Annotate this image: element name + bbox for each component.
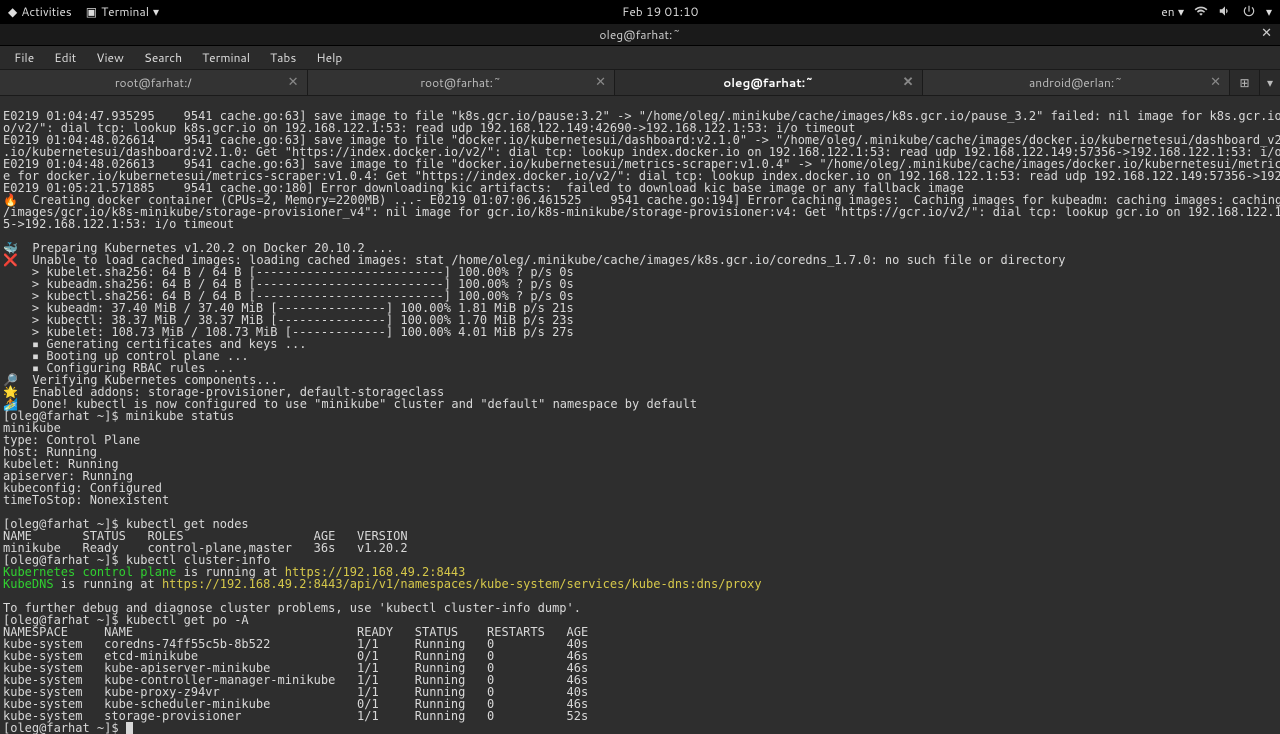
activities-button[interactable]: ◆ Activities	[8, 6, 72, 18]
power-icon[interactable]	[1242, 4, 1256, 20]
term-line: 5->192.168.122.1:53: i/o timeout	[3, 217, 234, 231]
tab-close-icon[interactable]: ✕	[595, 76, 606, 89]
lang-indicator[interactable]: en ▾	[1161, 6, 1184, 18]
menu-terminal[interactable]: Terminal	[194, 50, 258, 66]
command: minikube status	[126, 409, 234, 423]
menubar: File Edit View Search Terminal Tabs Help	[0, 46, 1280, 70]
tab-label: root@farhat:/	[115, 77, 192, 89]
tab-label: root@farhat:~	[420, 77, 501, 89]
menu-tabs[interactable]: Tabs	[262, 50, 304, 66]
system-menu-chevron-icon[interactable]: ▾	[1266, 6, 1272, 18]
menu-view[interactable]: View	[88, 50, 132, 66]
cursor	[126, 722, 133, 734]
menu-edit[interactable]: Edit	[46, 50, 84, 66]
tab-label: oleg@farhat:~	[723, 77, 813, 89]
clock[interactable]: Feb 19 01:10	[159, 6, 1161, 18]
prompt: [oleg@farhat ~]$	[3, 721, 126, 734]
term-line: is running at	[54, 577, 162, 591]
app-menu-button[interactable]: ▣ Terminal ▾	[86, 6, 159, 18]
activities-label: Activities	[21, 6, 72, 18]
tab-2[interactable]: oleg@farhat:~ ✕	[615, 70, 923, 95]
menu-help[interactable]: Help	[308, 50, 350, 66]
tab-1[interactable]: root@farhat:~ ✕	[308, 70, 616, 95]
tab-close-icon[interactable]: ✕	[903, 76, 914, 89]
term-line: timeToStop: Nonexistent	[3, 493, 169, 507]
volume-icon[interactable]	[1218, 4, 1232, 20]
tabbar: root@farhat:/ ✕ root@farhat:~ ✕ oleg@farha…	[0, 70, 1280, 96]
tab-close-icon[interactable]: ✕	[288, 76, 299, 89]
menu-search[interactable]: Search	[136, 50, 190, 66]
network-icon[interactable]	[1194, 4, 1208, 20]
terminal-output[interactable]: E0219 01:04:47.935295 9541 cache.go:63] …	[0, 96, 1280, 734]
gnome-logo-icon: ◆	[8, 6, 17, 18]
app-menu-label: Terminal	[101, 6, 149, 18]
window-title: oleg@farhat:~	[599, 29, 680, 41]
term-line: KubeDNS	[3, 577, 54, 591]
term-line: https://192.168.49.2:8443/api/v1/namespa…	[162, 577, 762, 591]
tab-menu-chevron-icon[interactable]: ▾	[1260, 70, 1280, 95]
tab-3[interactable]: android@erlan:~ ✕	[923, 70, 1231, 95]
tab-close-icon[interactable]: ✕	[1210, 76, 1221, 89]
gnome-topbar: ◆ Activities ▣ Terminal ▾ Feb 19 01:10 e…	[0, 0, 1280, 24]
window-titlebar: oleg@farhat:~ ✕	[0, 24, 1280, 46]
terminal-app-icon: ▣	[86, 6, 97, 18]
tab-0[interactable]: root@farhat:/ ✕	[0, 70, 308, 95]
close-icon[interactable]: ✕	[1261, 27, 1272, 40]
new-tab-button[interactable]: ⊞	[1230, 70, 1260, 95]
menu-file[interactable]: File	[6, 50, 42, 66]
tab-label: android@erlan:~	[1029, 77, 1122, 89]
